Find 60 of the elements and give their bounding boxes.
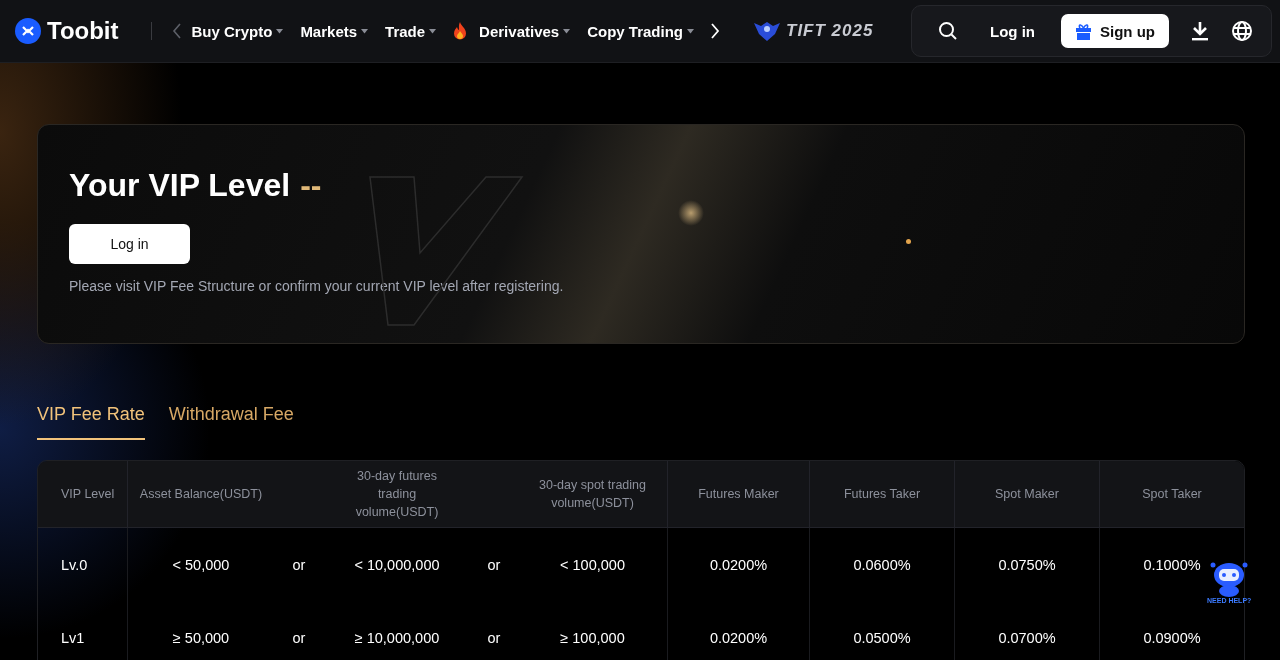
search-icon[interactable] — [938, 21, 958, 41]
caret-icon — [429, 28, 437, 34]
table-cell: ≥ 100,000 — [560, 629, 625, 646]
column-header: 30-day futures trading volume(USDT) — [354, 468, 440, 521]
nav-menu-item[interactable]: Trade — [385, 22, 437, 40]
caret-icon — [687, 28, 694, 34]
table-cell: 0.0900% — [1143, 629, 1201, 646]
logo-icon — [15, 18, 41, 44]
column-header: Spot Taker — [1142, 486, 1202, 503]
table-cell: < 10,000,000 — [354, 556, 440, 573]
conjunction-text: or — [487, 556, 501, 573]
brand-name: Toobit — [47, 17, 119, 45]
globe-icon[interactable] — [1231, 20, 1253, 42]
column-header: 30-day spot trading volume(USDT) — [538, 477, 647, 512]
shield-icon — [754, 20, 780, 42]
gift-icon — [1075, 22, 1092, 40]
tab[interactable]: VIP Fee Rate — [37, 400, 145, 440]
login-button[interactable]: Log in — [69, 224, 190, 264]
table-cell: 0.0700% — [998, 629, 1056, 646]
column-header: VIP Level — [61, 486, 115, 503]
table-cell: ≥ 50,000 — [172, 629, 230, 646]
vip-title: Your VIP Level — [69, 167, 291, 204]
chevron-right-icon[interactable] — [710, 23, 720, 39]
table-cell: < 100,000 — [560, 556, 625, 573]
glow-dot — [906, 239, 911, 244]
table-cell: Lv1 — [61, 629, 85, 646]
event-badge-text[interactable]: TIFT 2025 — [786, 21, 874, 41]
column-header: Spot Maker — [995, 486, 1059, 503]
flame-icon — [453, 22, 468, 40]
conjunction-text: or — [292, 556, 306, 573]
vip-note: Please visit VIP Fee Structure or confirm your current VIP level after registering. — [69, 278, 565, 294]
tab[interactable]: Withdrawal Fee — [168, 400, 294, 440]
table-cell: 0.0200% — [709, 629, 768, 646]
nav-menu-item[interactable]: Markets — [300, 22, 369, 40]
glow-dot — [678, 200, 704, 226]
conjunction-text: or — [487, 629, 501, 646]
chevron-left-icon[interactable] — [171, 23, 182, 39]
table-cell: 0.0200% — [709, 556, 768, 573]
column-header: Futures Taker — [843, 486, 921, 503]
login-link[interactable]: Log in — [984, 21, 1041, 41]
column-header: Futures Maker — [698, 486, 779, 503]
table-cell: 0.0750% — [998, 556, 1056, 573]
conjunction-text: or — [292, 629, 306, 646]
signup-button[interactable]: Sign up — [1061, 14, 1169, 48]
robot-icon[interactable] — [1209, 561, 1250, 597]
table-cell: 0.0600% — [853, 556, 911, 573]
table-cell: 0.1000% — [1143, 556, 1201, 573]
caret-icon — [276, 28, 284, 34]
table-cell: Lv.0 — [61, 556, 88, 573]
caret-icon — [361, 28, 369, 34]
column-header: Asset Balance(USDT) — [139, 486, 263, 503]
nav-menu-item[interactable]: Buy Crypto — [191, 22, 284, 40]
download-icon[interactable] — [1191, 21, 1209, 41]
table-cell: 0.0500% — [853, 629, 911, 646]
caret-icon — [563, 28, 571, 34]
vip-level-value: -- — [300, 167, 322, 204]
nav-menu-item[interactable]: Derivatives — [453, 22, 571, 40]
nav-menu-item[interactable]: Copy Trading — [587, 22, 694, 40]
table-cell: ≥ 10,000,000 — [354, 629, 440, 646]
table-cell: < 50,000 — [172, 556, 230, 573]
